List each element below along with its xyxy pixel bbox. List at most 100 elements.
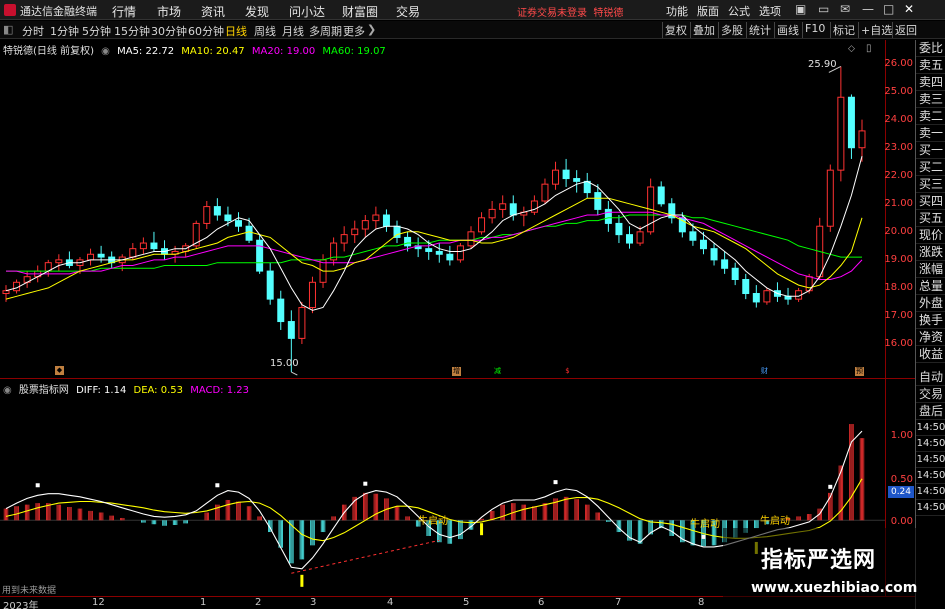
menu-market[interactable]: 市场 [157, 3, 181, 20]
tool-overlay[interactable]: 叠加 [690, 22, 717, 38]
candle-body [552, 169, 560, 185]
menu-layout[interactable]: 版面 [697, 3, 719, 19]
tool-multi-stock[interactable]: 多股 [718, 22, 745, 38]
screen-icon[interactable]: ▣ [795, 2, 806, 16]
event-marker-reduce[interactable]: 减 [493, 367, 502, 376]
message-icon[interactable]: ✉ [840, 2, 850, 16]
future-data-note: 用到未来数据 [2, 586, 57, 596]
ma60-label: MA60: 19.07 [322, 46, 386, 57]
app-title: 通达信金融终端 [20, 5, 97, 18]
period-15min[interactable]: 15分钟 [114, 23, 150, 39]
expand-icon[interactable]: ▯ [866, 43, 872, 54]
menu-trade[interactable]: 交易 [396, 3, 420, 20]
menu-options[interactable]: 选项 [759, 3, 781, 19]
settings-dot-icon[interactable]: ◉ [3, 385, 12, 396]
side-item[interactable]: 涨跌 [916, 244, 945, 261]
tool-f10[interactable]: F10 [802, 22, 827, 38]
settings-dot-icon[interactable]: ◉ [101, 46, 110, 57]
candle-body [435, 250, 443, 255]
menu-discover[interactable]: 发现 [245, 3, 269, 20]
candle-body [361, 220, 369, 230]
period-intraday[interactable]: 分时 [22, 23, 44, 39]
period-multi[interactable]: 多周期 [309, 23, 342, 39]
login-notice[interactable]: 证券交易未登录 特锐德 [517, 4, 623, 19]
candle-body [372, 214, 380, 222]
signal-dot [215, 483, 220, 488]
candle-body [150, 242, 158, 250]
app-logo-icon [4, 4, 16, 16]
side-item[interactable]: 收益 [916, 346, 945, 363]
candle-body [234, 220, 242, 227]
date-label: 4 [387, 597, 394, 608]
period-monthly[interactable]: 月线 [282, 23, 304, 39]
tool-stats[interactable]: 统计 [746, 22, 773, 38]
side-item[interactable]: 买三 [916, 176, 945, 193]
menu-formula[interactable]: 公式 [728, 3, 750, 19]
side-item[interactable]: 买四 [916, 193, 945, 210]
side-item[interactable]: 换手 [916, 312, 945, 329]
candle-body [710, 248, 718, 261]
candle-body [139, 242, 147, 250]
side-mode-item[interactable]: 盘后 [916, 403, 945, 420]
candle-body [604, 208, 612, 224]
price-chart[interactable]: 特锐德(日线 前复权) ◉ MA5: 22.72 MA10: 20.47 MA2… [0, 40, 885, 378]
side-item[interactable]: 买一 [916, 142, 945, 159]
side-item[interactable]: 买二 [916, 159, 945, 176]
side-item[interactable]: 卖五 [916, 57, 945, 74]
tool-mark[interactable]: 标记 [830, 22, 857, 38]
side-item[interactable]: 卖二 [916, 108, 945, 125]
maximize-button[interactable]: □ [883, 2, 894, 16]
period-30min[interactable]: 30分钟 [151, 23, 187, 39]
tool-draw[interactable]: 画线 [774, 22, 801, 38]
chevron-right-icon[interactable]: ❯ [367, 23, 376, 36]
signal-bull-start: 牛启动 [760, 516, 790, 527]
period-daily[interactable]: 日线 [225, 23, 247, 39]
window-icon[interactable]: ▭ [818, 2, 829, 16]
menu-quotes[interactable]: 行情 [112, 3, 136, 20]
event-marker-add[interactable]: 增 [452, 367, 461, 376]
candle-body [203, 206, 211, 224]
high-price-label: 25.90 [808, 59, 837, 70]
watermark-title: 指标严选网 [761, 548, 877, 573]
side-item[interactable]: 买五 [916, 210, 945, 227]
side-item[interactable]: 委比 [916, 40, 945, 57]
side-item[interactable]: 卖四 [916, 74, 945, 91]
candle-body [626, 234, 634, 244]
side-item[interactable]: 净资 [916, 329, 945, 346]
indicator-name: 股票指标网 [18, 385, 69, 396]
side-item[interactable]: 外盘 [916, 295, 945, 312]
event-marker-finance[interactable]: 财 [760, 367, 769, 376]
menu-ask-xiaoda[interactable]: 问小达 [289, 3, 325, 20]
side-item[interactable]: 卖三 [916, 91, 945, 108]
menu-functions[interactable]: 功能 [666, 3, 688, 19]
date-label: 6 [538, 597, 545, 608]
side-item[interactable]: 卖一 [916, 125, 945, 142]
menu-wealth-circle[interactable]: 财富圈 [342, 3, 378, 20]
side-mode-item[interactable]: 自动 [916, 369, 945, 386]
price-legend: 特锐德(日线 前复权) ◉ MA5: 22.72 MA10: 20.47 MA2… [3, 42, 390, 57]
period-5min[interactable]: 5分钟 [82, 23, 111, 39]
side-mode-item[interactable]: 交易 [916, 386, 945, 403]
price-tick: 17.00 [884, 309, 913, 321]
side-item[interactable]: 总量 [916, 278, 945, 295]
collapse-icon[interactable]: ◧ [3, 23, 13, 36]
date-label: 2 [255, 597, 262, 608]
period-weekly[interactable]: 周线 [254, 23, 276, 39]
period-1min[interactable]: 1分钟 [50, 23, 79, 39]
tool-add-watchlist[interactable]: +自选 [858, 22, 894, 38]
minimize-button[interactable]: — [862, 2, 874, 16]
period-60min[interactable]: 60分钟 [188, 23, 224, 39]
menu-news[interactable]: 资讯 [201, 3, 225, 20]
candle-body [404, 236, 412, 247]
tool-back[interactable]: 返回 [892, 22, 919, 38]
close-button[interactable]: ✕ [904, 2, 914, 16]
event-marker-dividend[interactable]: $ [563, 367, 572, 376]
side-item[interactable]: 现价 [916, 227, 945, 244]
event-marker-forecast[interactable]: 预 [855, 367, 864, 376]
candle-body [256, 239, 264, 272]
period-more[interactable]: 更多 [343, 23, 365, 39]
side-item[interactable]: 涨幅 [916, 261, 945, 278]
price-tick: 19.00 [884, 253, 913, 265]
event-marker[interactable]: ◆ [55, 366, 64, 375]
tool-adjust[interactable]: 复权 [662, 22, 689, 38]
